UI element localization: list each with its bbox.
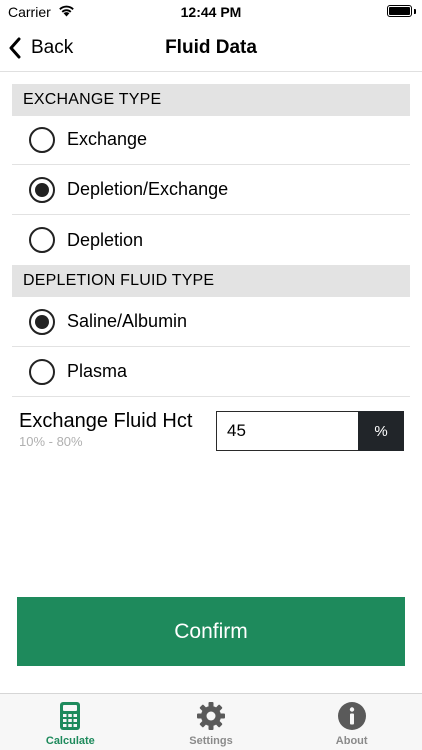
radio-button[interactable]: [29, 176, 55, 203]
radio-button[interactable]: [29, 126, 55, 153]
radio-button[interactable]: [29, 227, 55, 253]
exchange-type-header: EXCHANGE TYPE: [12, 84, 410, 116]
tab-label: Calculate: [45, 735, 95, 747]
tab-about[interactable]: About: [281, 694, 422, 750]
navigation-bar: Back Fluid Data: [0, 24, 422, 72]
option-label: Plasma: [67, 361, 128, 381]
hct-input[interactable]: [216, 411, 359, 451]
option-label: Saline/Albumin: [67, 311, 188, 331]
battery-nub: [414, 9, 416, 14]
info-icon: [337, 702, 366, 730]
depletion-fluid-type-header: DEPLETION FLUID TYPE: [12, 265, 410, 297]
percent-unit-label: %: [358, 411, 404, 451]
option-depletion-exchange[interactable]: Depletion/Exchange: [12, 165, 410, 215]
page-title: Fluid Data: [165, 37, 257, 58]
gear-icon: [197, 702, 225, 730]
tab-label: Settings: [189, 735, 233, 747]
option-exchange[interactable]: Exchange: [12, 115, 410, 165]
hct-label: Exchange Fluid Hct: [19, 410, 193, 432]
tab-label: About: [335, 735, 368, 747]
radio-button[interactable]: [29, 358, 55, 385]
confirm-button[interactable]: Confirm: [17, 597, 405, 666]
hct-range-hint: 10% - 80%: [19, 434, 83, 449]
tab-settings[interactable]: Settings: [141, 694, 282, 750]
calculator-icon: [60, 702, 81, 730]
option-depletion[interactable]: Depletion: [12, 215, 410, 265]
option-label: Depletion/Exchange: [67, 179, 229, 199]
tab-bar: Calculate Settings About: [0, 693, 422, 750]
radio-button[interactable]: [29, 308, 55, 335]
clock: 12:44 PM: [180, 4, 242, 20]
option-label: Depletion: [67, 229, 144, 250]
tab-calculate[interactable]: Calculate: [0, 694, 141, 750]
option-label: Exchange: [67, 129, 148, 149]
option-saline-albumin[interactable]: Saline/Albumin: [12, 297, 410, 347]
battery-icon: [387, 5, 412, 17]
status-bar: Carrier 12:44 PM: [0, 0, 422, 24]
option-plasma[interactable]: Plasma: [12, 347, 410, 397]
